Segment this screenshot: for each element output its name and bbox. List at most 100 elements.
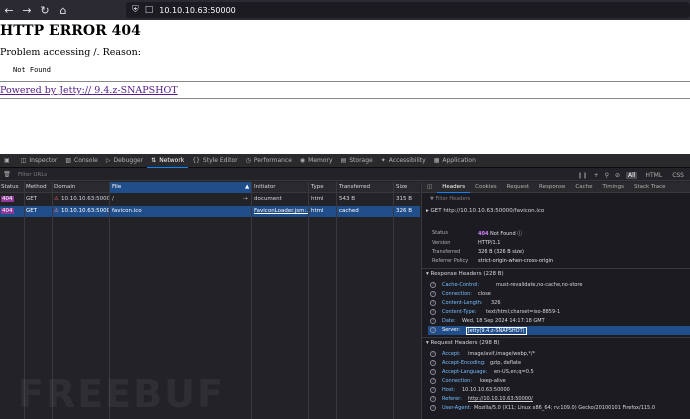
table-row-selected[interactable]: 404 GET ⚠ 10.10.10.63:5000... favicon.ic… — [0, 206, 420, 217]
pause-icon[interactable]: ❙❙ — [578, 172, 588, 179]
tab-application[interactable]: ▦ Application — [430, 154, 480, 168]
shield-icon[interactable]: ⛨ — [132, 5, 139, 15]
tab-network[interactable]: ⇅ Network — [147, 154, 189, 168]
filter-all-button[interactable]: All — [626, 171, 638, 179]
filter-headers-input[interactable]: ▼ Filter Headers — [422, 194, 690, 204]
column-domain[interactable]: Domain — [54, 184, 75, 190]
help-icon[interactable]: ? — [430, 327, 436, 333]
divider — [0, 81, 690, 82]
tab-stack-trace[interactable]: Stack Trace — [629, 182, 671, 193]
status-value: 404 Not Found ⓘ — [478, 231, 523, 237]
insecure-icon: ⚠ — [54, 196, 59, 202]
response-headers-section[interactable]: ▾ Response Headers (228 B) — [426, 271, 504, 277]
help-icon[interactable]: ? — [430, 282, 436, 288]
header-row[interactable]: ? Connection: close — [428, 290, 690, 299]
header-row[interactable]: ? Cache-Control: must-revalidate,no-cache,… — [428, 281, 690, 290]
clear-icon[interactable]: 🗑 — [0, 171, 14, 178]
header-row[interactable]: ? Date: Wed, 18 Sep 2024 14:17:18 GMT — [428, 317, 690, 326]
tab-cache[interactable]: Cache — [570, 182, 597, 193]
header-row[interactable]: ? Host: 10.10.10.63:50000 — [428, 386, 690, 395]
add-icon[interactable]: + — [594, 172, 599, 179]
initiator-link[interactable]: FaviconLoader.jsm:... — [254, 208, 308, 214]
help-icon[interactable]: ? — [430, 369, 436, 375]
help-icon[interactable]: ? — [430, 378, 436, 384]
column-method[interactable]: Method — [26, 184, 47, 190]
tab-performance[interactable]: ◷ Performance — [242, 154, 296, 168]
filter-html-button[interactable]: HTML — [643, 172, 664, 179]
column-file[interactable]: File — [112, 184, 121, 190]
tab-storage[interactable]: ▤ Storage — [337, 154, 377, 168]
home-icon[interactable]: ⌂ — [54, 0, 72, 20]
help-icon[interactable]: ⓘ — [517, 231, 522, 237]
browser-toolbar: ← → ↻ ⌂ ⛨ □ 10.10.10.63:50000 — [0, 0, 690, 20]
page-info-icon[interactable]: □ — [145, 5, 154, 15]
reload-icon[interactable]: ↻ — [36, 0, 54, 20]
help-icon[interactable]: ? — [430, 360, 436, 366]
help-icon[interactable]: ? — [430, 396, 436, 402]
column-size[interactable]: Size — [396, 184, 407, 190]
url-text[interactable]: 10.10.10.63:50000 — [159, 6, 236, 15]
tab-inspector[interactable]: ◫ Inspector — [17, 154, 62, 168]
header-row[interactable]: ? User-Agent: Mozilla/5.0 (X11; Linux x86_… — [428, 404, 690, 413]
tab-console[interactable]: ▧ Console — [61, 154, 102, 168]
request-details-panel: ◫ Headers Cookies Request Response Cache… — [421, 182, 690, 419]
tab-request[interactable]: Request — [502, 182, 534, 193]
tab-style-editor[interactable]: {} Style Editor — [188, 154, 241, 168]
tab-debugger[interactable]: ▷ Debugger — [102, 154, 147, 168]
application-icon: ▦ — [433, 157, 440, 164]
inspector-icon: ◫ — [20, 157, 27, 164]
tab-headers[interactable]: Headers — [437, 182, 471, 193]
sort-ascending-icon: ▲ — [245, 184, 250, 190]
tab-accessibility[interactable]: ✦ Accessibility — [377, 154, 430, 168]
performance-icon: ◷ — [245, 157, 251, 164]
filter-css-button[interactable]: CSS — [670, 172, 686, 179]
back-icon[interactable]: ← — [0, 0, 18, 20]
error-heading: HTTP ERROR 404 — [0, 23, 141, 39]
tab-cookies[interactable]: Cookies — [470, 182, 502, 193]
console-icon: ▧ — [65, 157, 72, 164]
header-row[interactable]: ? Accept-Encoding: gzip, deflate — [428, 359, 690, 368]
help-icon[interactable]: ? — [430, 387, 436, 393]
header-row[interactable]: ? Accept-Language: en-US,en;q=0.5 — [428, 368, 690, 377]
header-row[interactable]: ? Referer: http://10.10.10.63:50000/ — [428, 395, 690, 404]
help-icon[interactable]: ? — [430, 309, 436, 315]
header-row[interactable]: ? Content-Length: 326 — [428, 299, 690, 308]
block-icon[interactable]: ⊘ — [615, 172, 620, 179]
divider — [0, 98, 690, 99]
request-headers-section[interactable]: ▾ Request Headers (298 B) — [426, 340, 500, 346]
error-reason: Problem accessing /. Reason: — [0, 47, 141, 58]
help-icon[interactable]: ? — [430, 405, 436, 411]
storage-icon: ▤ — [340, 157, 347, 164]
column-initiator[interactable]: Initiator — [254, 184, 275, 190]
network-icon: ⇅ — [151, 156, 157, 164]
column-type[interactable]: Type — [311, 184, 324, 190]
column-transferred[interactable]: Transferred — [339, 184, 370, 190]
help-icon[interactable]: ? — [430, 300, 436, 306]
forward-icon[interactable]: → — [18, 0, 36, 20]
help-icon[interactable]: ? — [430, 351, 436, 357]
tab-memory[interactable]: ◉ Memory — [296, 154, 337, 168]
header-row[interactable]: ? Content-Type: text/html;charset=iso-8859… — [428, 308, 690, 317]
status-badge: 404 — [1, 196, 14, 202]
table-row[interactable]: 404 GET ⚠ 10.10.10.63:5000... / ⇢ docume… — [0, 194, 420, 205]
request-line[interactable]: ▸ GET http://10.10.10.63:50000/favicon.i… — [426, 208, 544, 214]
style-editor-icon: {} — [192, 157, 200, 164]
powered-by-link[interactable]: Powered by Jetty:// 9.4.z-SNAPSHOT — [0, 85, 178, 96]
tab-timings[interactable]: Timings — [598, 182, 629, 193]
header-row[interactable]: ? Accept: image/avif,image/webp,*/* — [428, 350, 690, 359]
header-row[interactable]: ? Connection: keep-alive — [428, 377, 690, 386]
tab-response[interactable]: Response — [534, 182, 570, 193]
network-toolbar: 🗑 Filter URLs ❙❙ + ⚲ ⊘ All HTML CSS — [0, 169, 690, 181]
element-picker-icon[interactable]: ▣ — [0, 154, 17, 168]
devtools-tabbar: ▣ ◫ Inspector ▧ Console ▷ Debugger ⇅ Network… — [0, 154, 690, 168]
table-header: Status Method Domain File ▲ Initiator Ty… — [0, 182, 420, 193]
address-bar[interactable]: ⛨ □ 10.10.10.63:50000 — [126, 2, 690, 18]
search-icon[interactable]: ⚲ — [605, 172, 609, 179]
help-icon[interactable]: ? — [430, 318, 436, 324]
toggle-sidebar-icon[interactable]: ◫ — [422, 182, 437, 193]
header-row-selected[interactable]: ? Server: Jetty(9.4.z-SNAPSHOT) — [428, 326, 690, 335]
watermark-logo: FREEBUF — [18, 372, 225, 416]
column-status[interactable]: Status — [1, 184, 19, 190]
filter-urls-input[interactable]: Filter URLs — [18, 172, 47, 178]
help-icon[interactable]: ? — [430, 291, 436, 297]
